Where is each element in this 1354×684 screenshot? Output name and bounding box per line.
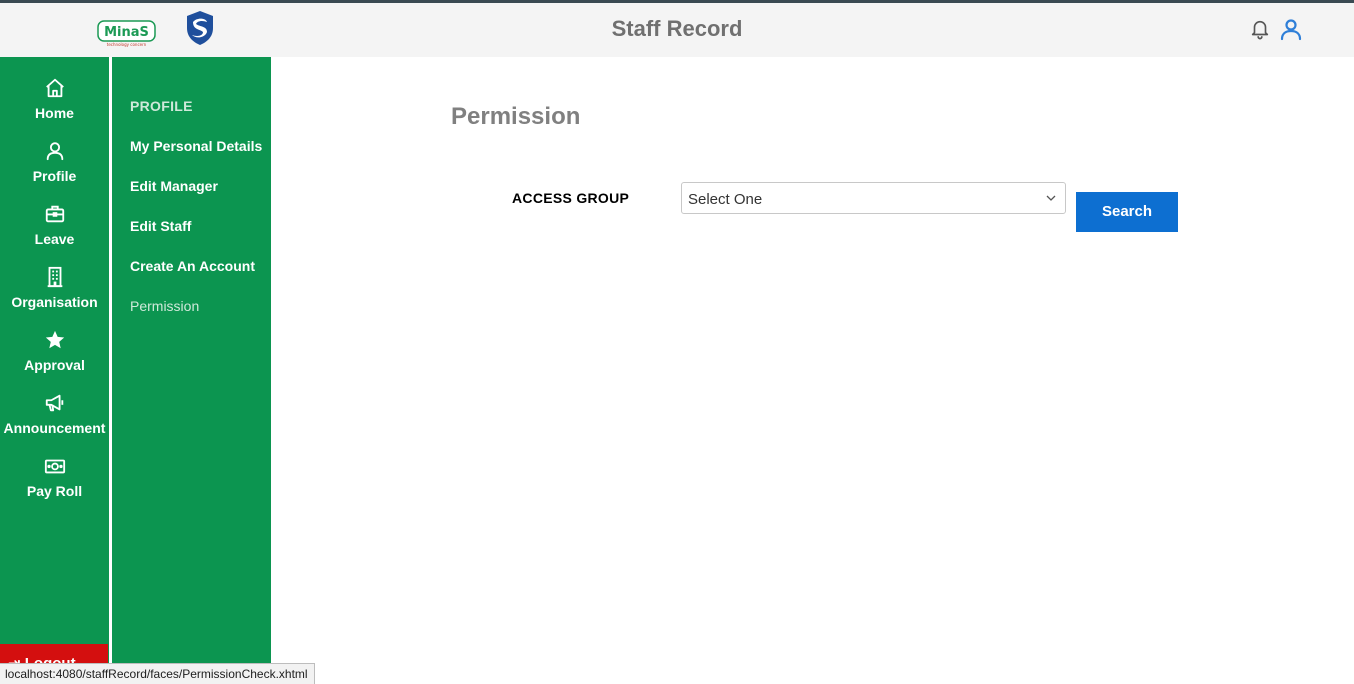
- home-icon: [45, 78, 64, 98]
- rail-item-payroll[interactable]: Pay Roll: [0, 455, 109, 499]
- icon-sidebar: Home Profile Leave Organisation Approval: [0, 57, 109, 684]
- rail-item-label: Pay Roll: [26, 483, 83, 499]
- access-group-label: ACCESS GROUP: [512, 190, 630, 206]
- submenu-item-permission[interactable]: Permission: [130, 298, 199, 314]
- star-icon: [45, 330, 64, 349]
- user-icon[interactable]: [1279, 17, 1303, 41]
- rail-item-home[interactable]: Home: [0, 77, 109, 121]
- app-header: MinaS technology concern Staff Record: [0, 3, 1354, 57]
- submenu-item-edit-staff[interactable]: Edit Staff: [130, 218, 191, 234]
- rail-item-announcement[interactable]: Announcement: [0, 392, 109, 436]
- megaphone-icon: [45, 394, 63, 412]
- search-button[interactable]: Search: [1076, 192, 1178, 232]
- submenu-item-create-account[interactable]: Create An Account: [130, 258, 255, 274]
- status-bar-url: localhost:4080/staffRecord/faces/Permiss…: [0, 663, 315, 684]
- rail-item-label: Leave: [34, 231, 75, 247]
- access-group-select[interactable]: Select One: [681, 182, 1066, 214]
- rail-item-label: Approval: [24, 357, 85, 373]
- access-group-selected-value: Select One: [688, 191, 763, 208]
- rail-item-label: Profile: [32, 168, 77, 184]
- profile-submenu: PROFILE My Personal Details Edit Manager…: [112, 57, 271, 684]
- rail-item-approval[interactable]: Approval: [0, 329, 109, 373]
- rail-item-profile[interactable]: Profile: [0, 140, 109, 184]
- money-icon: [44, 459, 65, 474]
- briefcase-icon: [45, 205, 64, 223]
- user-icon: [46, 142, 63, 161]
- building-icon: [47, 266, 62, 288]
- app-title: Staff Record: [611, 16, 743, 41]
- rail-item-label: Organisation: [11, 294, 98, 310]
- submenu-item-my-personal-details[interactable]: My Personal Details: [130, 138, 262, 154]
- rail-item-label: Announcement: [3, 420, 106, 436]
- rail-item-leave[interactable]: Leave: [0, 203, 109, 247]
- submenu-item-edit-manager[interactable]: Edit Manager: [130, 178, 218, 194]
- rail-item-label: Home: [35, 105, 74, 121]
- svg-text:technology concern: technology concern: [107, 42, 147, 47]
- page-title: Permission: [451, 103, 581, 130]
- chevron-down-icon: [1046, 195, 1056, 201]
- rail-item-organisation[interactable]: Organisation: [0, 266, 109, 310]
- bell-icon[interactable]: [1249, 18, 1271, 40]
- submenu-heading: PROFILE: [130, 98, 193, 114]
